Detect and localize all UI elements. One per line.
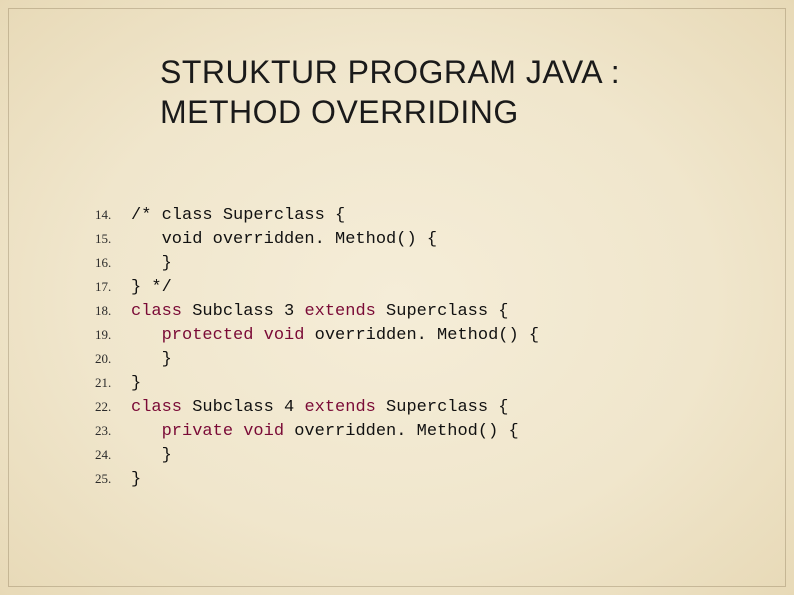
line-number: 21. [95, 371, 131, 394]
code-text: } [131, 348, 172, 371]
code-line: 21.} [95, 371, 754, 395]
slide-title-block: STRUKTUR PROGRAM JAVA : METHOD OVERRIDIN… [160, 52, 754, 132]
code-line: 22.class Subclass 4 extends Superclass { [95, 395, 754, 419]
code-text: } [131, 372, 141, 395]
line-number: 18. [95, 299, 131, 322]
code-line: 24. } [95, 443, 754, 467]
code-text: protected void overridden. Method() { [131, 324, 539, 347]
line-number: 15. [95, 227, 131, 250]
line-number: 17. [95, 275, 131, 298]
code-line: 20. } [95, 347, 754, 371]
line-number: 14. [95, 203, 131, 226]
line-number: 23. [95, 419, 131, 442]
line-number: 24. [95, 443, 131, 466]
line-number: 19. [95, 323, 131, 346]
code-block: 14./* class Superclass {15. void overrid… [95, 203, 754, 491]
code-text: } [131, 252, 172, 275]
line-number: 16. [95, 251, 131, 274]
line-number: 22. [95, 395, 131, 418]
line-number: 25. [95, 467, 131, 490]
code-text: void overridden. Method() { [131, 228, 437, 251]
code-line: 23. private void overridden. Method() { [95, 419, 754, 443]
code-line: 17.} */ [95, 275, 754, 299]
code-text: private void overridden. Method() { [131, 420, 519, 443]
code-text: class Subclass 4 extends Superclass { [131, 396, 508, 419]
code-line: 15. void overridden. Method() { [95, 227, 754, 251]
code-text: } [131, 468, 141, 491]
code-text: } [131, 444, 172, 467]
slide-title: STRUKTUR PROGRAM JAVA : METHOD OVERRIDIN… [160, 52, 754, 132]
code-line: 18.class Subclass 3 extends Superclass { [95, 299, 754, 323]
code-text: } */ [131, 276, 172, 299]
code-line: 19. protected void overridden. Method() … [95, 323, 754, 347]
code-line: 14./* class Superclass { [95, 203, 754, 227]
line-number: 20. [95, 347, 131, 370]
code-text: /* class Superclass { [131, 204, 345, 227]
code-text: class Subclass 3 extends Superclass { [131, 300, 508, 323]
code-line: 25.} [95, 467, 754, 491]
code-line: 16. } [95, 251, 754, 275]
